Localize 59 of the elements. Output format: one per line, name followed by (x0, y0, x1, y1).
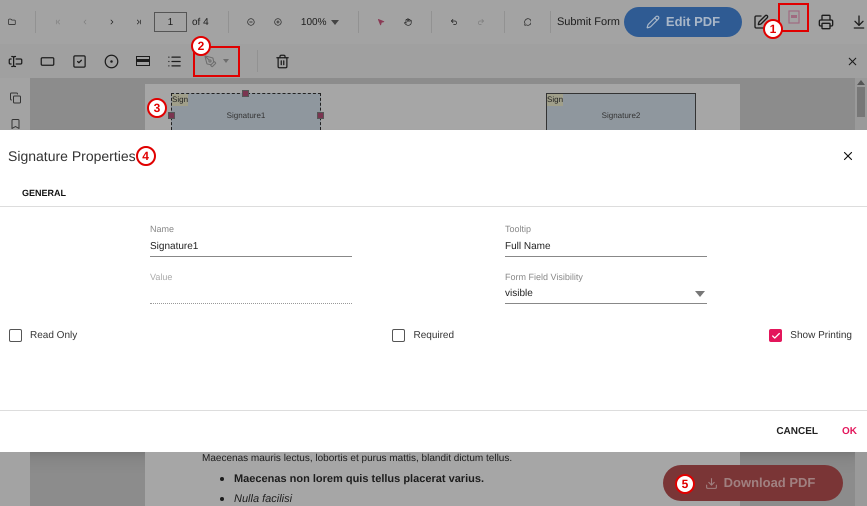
delete-icon[interactable] (275, 54, 290, 68)
caret-icon (223, 59, 229, 63)
checkbox-label: Read Only (30, 329, 78, 343)
resize-handle[interactable] (168, 112, 175, 119)
bullet-text: Maecenas non lorem quis tellus placerat varius. (234, 473, 484, 485)
dialog-tab[interactable]: GENERAL (10, 182, 78, 206)
edit-pdf-button[interactable]: Edit PDF (624, 7, 742, 37)
radio-tool-icon[interactable] (104, 54, 119, 68)
submit-form-button[interactable]: Submit Form (556, 14, 620, 30)
dialog-title: Signature Properties (8, 146, 136, 166)
caret-icon (695, 290, 705, 296)
checkbox-label: Show Printing (790, 329, 852, 343)
download-icon (704, 476, 718, 490)
download-icon[interactable] (851, 14, 867, 30)
scroll-up-icon[interactable] (857, 80, 865, 85)
close-icon[interactable] (841, 149, 855, 163)
checkbox[interactable] (392, 329, 406, 342)
zoom-dropdown[interactable]: 100% (300, 14, 338, 30)
page-count: of 4 (192, 16, 209, 30)
scrollbar[interactable] (855, 78, 867, 130)
page-number-field[interactable]: 1 (154, 12, 187, 32)
step-number-badge: 4 (136, 146, 156, 166)
pages-icon[interactable] (8, 92, 22, 104)
edit-form-icon[interactable] (753, 14, 770, 30)
bullet-text: Nulla facilisi (234, 493, 292, 505)
checkbox-label: Required (413, 329, 454, 343)
field-label: Form Field Visibility (505, 270, 584, 284)
ok-button[interactable]: OK (842, 424, 857, 439)
paragraph-text: Maecenas mauris lectus, lobortis et purus mattis, blandit dictum tellus. (202, 453, 514, 465)
caret-icon (330, 20, 338, 24)
print-icon[interactable] (818, 14, 834, 30)
checkbox[interactable] (769, 329, 782, 342)
field-name: Signature2 (602, 110, 640, 122)
checkbox[interactable] (9, 329, 22, 342)
dropdown-tool-icon[interactable] (136, 56, 150, 66)
visibility-dropdown[interactable]: visible (505, 284, 707, 304)
scrollbar[interactable] (855, 452, 867, 506)
pencil-icon (646, 15, 660, 29)
textbox-tool-icon[interactable] (8, 54, 23, 68)
field-name: Signature1 (226, 110, 266, 122)
field-label: Value (150, 270, 174, 284)
list-tool-icon[interactable] (167, 54, 182, 68)
signature-field[interactable]: Sign Signature2 (546, 93, 696, 130)
resize-handle[interactable] (242, 90, 249, 97)
check-icon (770, 330, 781, 340)
signature-field[interactable]: Sign Signature1 (171, 93, 321, 130)
field-tag: Sign (547, 94, 564, 106)
field-label: Tooltip (505, 223, 532, 236)
bookmark-icon[interactable] (8, 118, 22, 130)
close-icon[interactable] (846, 54, 859, 68)
field-label: Name (150, 223, 176, 236)
text-field[interactable]: Full Name (505, 236, 707, 256)
cancel-button[interactable]: CANCEL (776, 424, 818, 439)
resize-handle[interactable] (317, 112, 324, 119)
checkbox-tool-icon[interactable] (72, 54, 87, 68)
text-field[interactable]: Signature1 (150, 236, 352, 256)
field-tag: Sign (172, 94, 188, 106)
side-panel (0, 452, 30, 506)
form-field-icon[interactable] (788, 10, 800, 24)
